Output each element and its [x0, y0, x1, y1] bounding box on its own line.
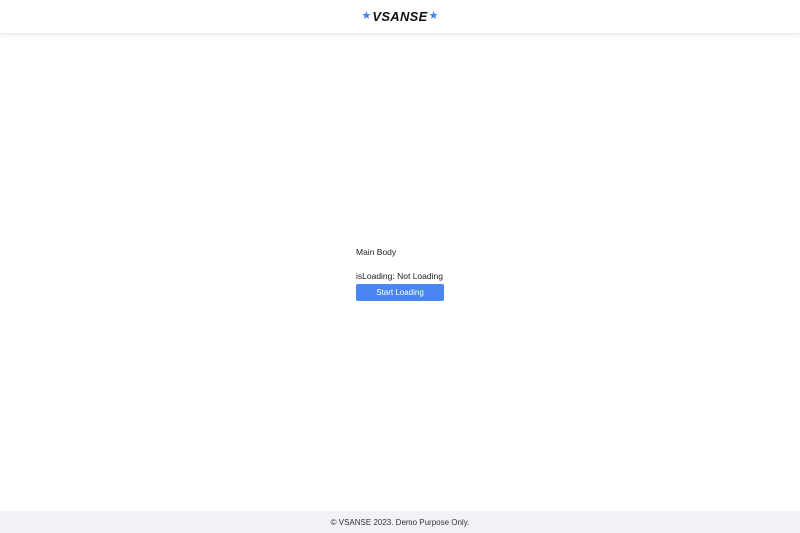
- footer-copyright: © VSANSE 2023. Demo Purpose Only.: [330, 517, 470, 527]
- brand-name: VSANSE: [372, 9, 428, 24]
- star-icon-left: ★: [361, 10, 372, 22]
- top-header: ★ VSANSE ★: [0, 0, 800, 34]
- star-icon-right: ★: [428, 10, 439, 22]
- main-body-title: Main Body: [356, 247, 397, 257]
- main-body: Main Body isLoading: Not Loading Start L…: [356, 246, 466, 301]
- start-loading-button[interactable]: Start Loading: [356, 284, 444, 301]
- app-root: ★ VSANSE ★ Main Body isLoading: Not Load…: [0, 0, 800, 533]
- loading-status: isLoading: Not Loading: [356, 271, 443, 281]
- page-footer: © VSANSE 2023. Demo Purpose Only.: [0, 511, 800, 533]
- brand-logo[interactable]: ★ VSANSE ★: [361, 9, 438, 24]
